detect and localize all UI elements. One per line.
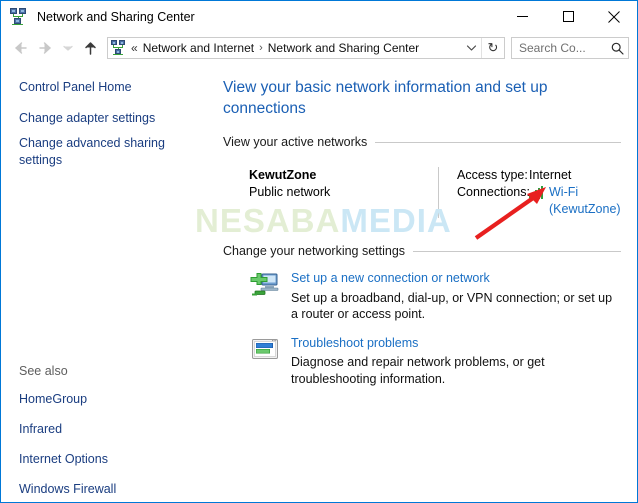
up-button[interactable]	[77, 35, 103, 61]
title-bar: Network and Sharing Center	[1, 1, 637, 32]
task-troubleshoot-problems[interactable]: Troubleshoot problems Diagnose and repai…	[223, 335, 621, 388]
address-network-sharing-icon	[111, 40, 127, 56]
connections-label: Connections:	[457, 185, 530, 199]
task-title-link[interactable]: Troubleshoot problems	[291, 335, 621, 352]
window-controls	[499, 1, 637, 32]
forward-button[interactable]	[33, 35, 59, 61]
active-networks-section-header: View your active networks	[223, 135, 621, 149]
sidebar-item-homegroup[interactable]: HomeGroup	[1, 391, 213, 408]
see-also-section: See also HomeGroup Infrared Internet Opt…	[1, 364, 213, 502]
search-icon[interactable]	[606, 42, 628, 55]
see-also-title: See also	[19, 364, 68, 378]
task-description: Set up a broadband, dial-up, or VPN conn…	[291, 290, 613, 322]
breadcrumb-item-network-and-internet[interactable]: Network and Internet	[143, 41, 254, 55]
active-network-entry: KewutZone Public network Access type: In…	[223, 167, 621, 218]
sidebar-item-change-advanced-sharing-settings[interactable]: Change advanced sharing settings	[1, 135, 199, 169]
breadcrumb-item-network-and-sharing-center[interactable]: Network and Sharing Center	[268, 41, 419, 55]
refresh-icon[interactable]: ↻	[481, 38, 504, 58]
content-area: Control Panel Home Change adapter settin…	[1, 64, 637, 502]
task-text: Troubleshoot problems Diagnose and repai…	[291, 335, 621, 388]
connection-ssid-link[interactable]: (KewutZone)	[549, 202, 621, 216]
network-sharing-center-window: Network and Sharing Center « Network and…	[0, 0, 638, 503]
address-bar[interactable]: « Network and Internet › Network and Sha…	[107, 37, 505, 59]
troubleshoot-icon	[249, 335, 281, 367]
task-description: Diagnose and repair network problems, or…	[291, 355, 545, 386]
change-settings-section-header: Change your networking settings	[223, 244, 621, 258]
vertical-divider	[438, 167, 439, 218]
close-button[interactable]	[591, 1, 637, 32]
wifi-signal-icon	[529, 186, 545, 199]
active-network-identity: KewutZone Public network	[223, 167, 438, 218]
section-divider	[413, 250, 621, 252]
window-title: Network and Sharing Center	[37, 9, 195, 24]
task-set-up-new-connection[interactable]: Set up a new connection or network Set u…	[223, 270, 621, 323]
network-type: Public network	[249, 185, 331, 199]
page-title: View your basic network information and …	[223, 79, 548, 117]
main-panel: View your basic network information and …	[213, 64, 637, 502]
sidebar-item-control-panel-home[interactable]: Control Panel Home	[1, 79, 213, 96]
active-networks-section-label: View your active networks	[223, 135, 368, 149]
navigation-bar: « Network and Internet › Network and Sha…	[1, 32, 637, 64]
active-network-details: Access type: Internet Connections: Wi-Fi…	[457, 167, 621, 218]
task-title-link[interactable]: Set up a new connection or network	[291, 270, 621, 287]
sidebar-item-internet-options[interactable]: Internet Options	[1, 451, 213, 468]
access-type-row: Access type: Internet	[457, 167, 621, 184]
connections-row: Connections: Wi-Fi (KewutZone)	[457, 184, 621, 218]
access-type-label: Access type:	[457, 168, 528, 182]
change-settings-section: Change your networking settings Set up a…	[223, 244, 621, 387]
connection-name-link[interactable]: Wi-Fi	[549, 185, 578, 199]
minimize-button[interactable]	[499, 1, 545, 32]
back-button[interactable]	[7, 35, 33, 61]
new-connection-icon	[249, 270, 281, 302]
search-placeholder: Search Co...	[519, 41, 586, 55]
recent-locations-chevron-down-icon[interactable]	[59, 35, 77, 61]
sidebar-item-change-adapter-settings[interactable]: Change adapter settings	[1, 110, 213, 127]
section-divider	[375, 141, 621, 143]
address-chevron-down-icon[interactable]	[461, 44, 481, 52]
sidebar: Control Panel Home Change adapter settin…	[1, 64, 213, 502]
maximize-button[interactable]	[545, 1, 591, 32]
access-type-value: Internet	[529, 168, 572, 182]
network-sharing-icon	[10, 7, 28, 26]
change-settings-section-label: Change your networking settings	[223, 244, 406, 258]
sidebar-item-infrared[interactable]: Infrared	[1, 421, 213, 438]
breadcrumb-separator-icon: ›	[259, 42, 263, 54]
search-input[interactable]: Search Co...	[511, 37, 629, 59]
breadcrumb: « Network and Internet › Network and Sha…	[131, 41, 461, 55]
network-name: KewutZone	[249, 168, 317, 182]
sidebar-item-windows-firewall[interactable]: Windows Firewall	[1, 481, 213, 498]
task-text: Set up a new connection or network Set u…	[291, 270, 621, 323]
breadcrumb-overflow-icon[interactable]: «	[131, 41, 138, 55]
